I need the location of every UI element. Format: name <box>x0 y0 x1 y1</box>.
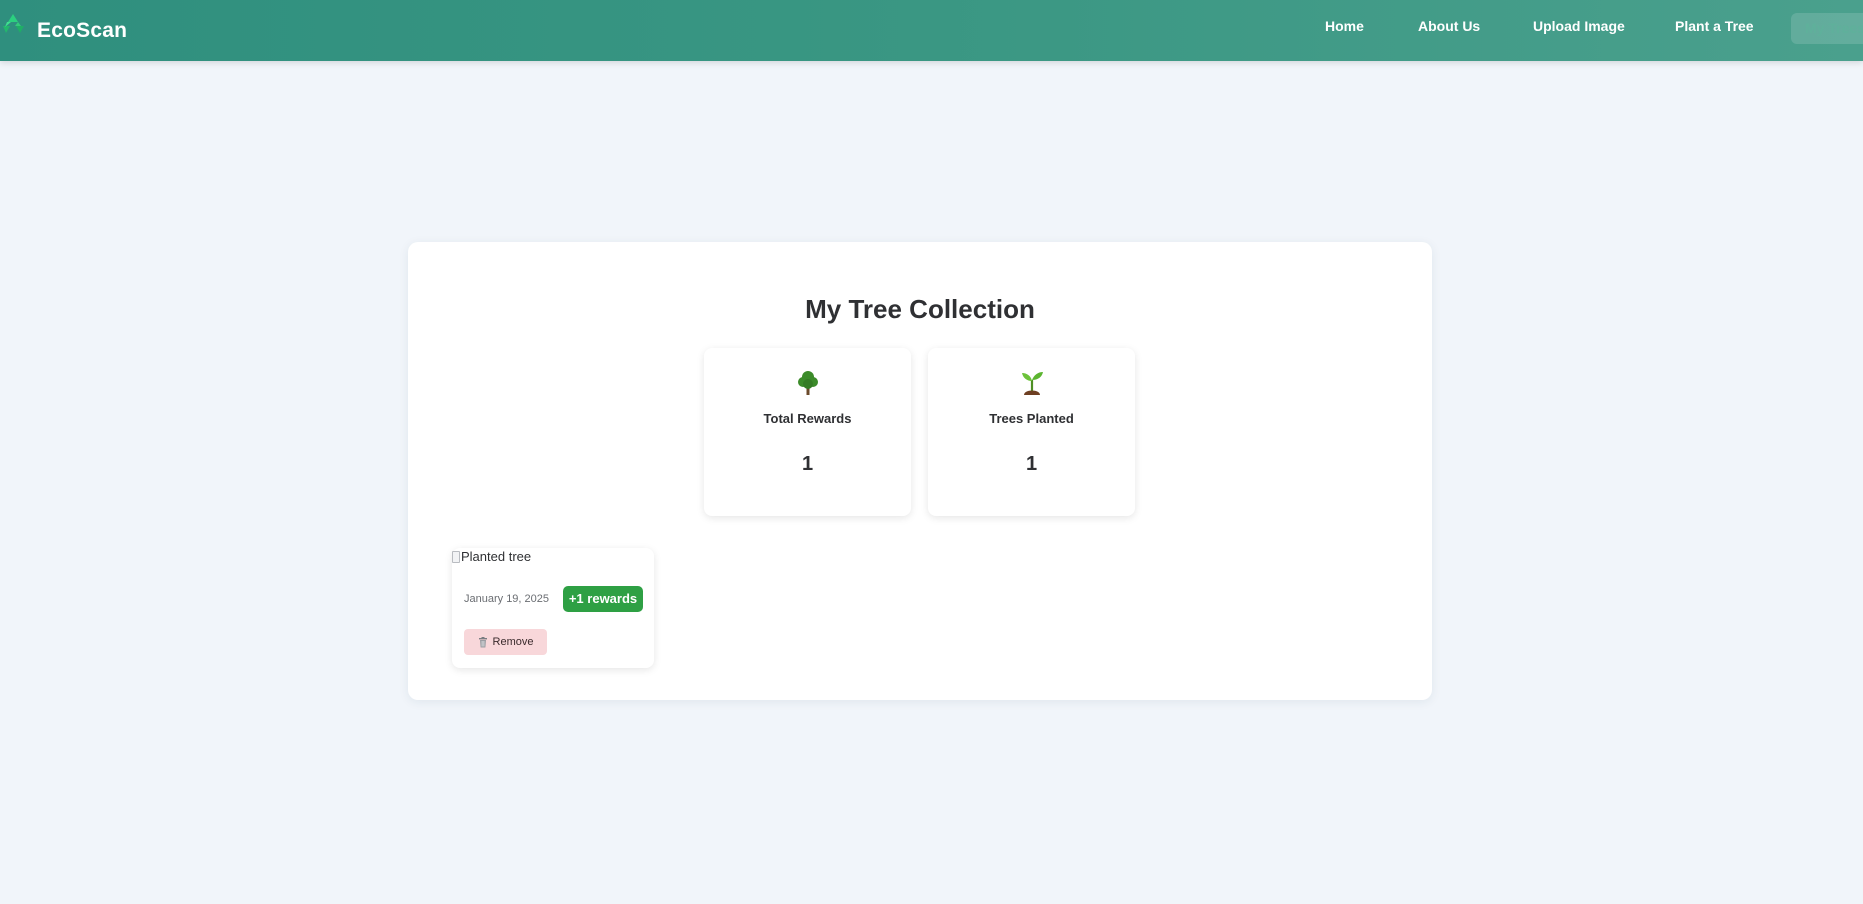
reward-badge: +1 rewards <box>563 586 643 612</box>
remove-button[interactable]: Remove <box>464 629 547 655</box>
nav-plant-a-tree[interactable]: Plant a Tree <box>1675 17 1754 35</box>
total-rewards-label: Total Rewards <box>763 411 852 426</box>
seedling-icon <box>1021 372 1043 395</box>
planted-tree-image: Planted tree <box>452 549 531 564</box>
tree-collection-panel: My Tree Collection Total Rewards 1 Trees… <box>408 242 1432 700</box>
trees-planted-value: 1 <box>1025 453 1038 475</box>
trees-planted-label: Trees Planted <box>989 411 1074 426</box>
nav-home[interactable]: Home <box>1325 17 1364 35</box>
recycle-logo-icon <box>3 13 24 33</box>
nav-my-trees[interactable]: My Trees <box>1791 13 1863 44</box>
page-title: My Tree Collection <box>805 294 1035 324</box>
trash-icon <box>478 636 488 648</box>
total-rewards-card: Total Rewards 1 <box>704 348 911 516</box>
nav-upload-image[interactable]: Upload Image <box>1533 17 1625 35</box>
total-rewards-value: 1 <box>801 453 814 475</box>
tree-date: January 19, 2025 <box>464 593 550 605</box>
broken-image-icon <box>452 550 460 563</box>
top-navbar: EcoScan Home About Us Upload Image Plant… <box>0 0 1863 61</box>
brand-name: EcoScan <box>37 18 128 42</box>
tree-icon <box>797 371 818 395</box>
image-alt-text: Planted tree <box>461 549 532 564</box>
trees-planted-card: Trees Planted 1 <box>928 348 1135 516</box>
brand[interactable]: EcoScan <box>0 0 127 61</box>
tree-card: Planted tree January 19, 2025 +1 rewards… <box>452 548 654 668</box>
remove-label: Remove <box>492 636 534 648</box>
nav-about-us[interactable]: About Us <box>1418 17 1480 35</box>
